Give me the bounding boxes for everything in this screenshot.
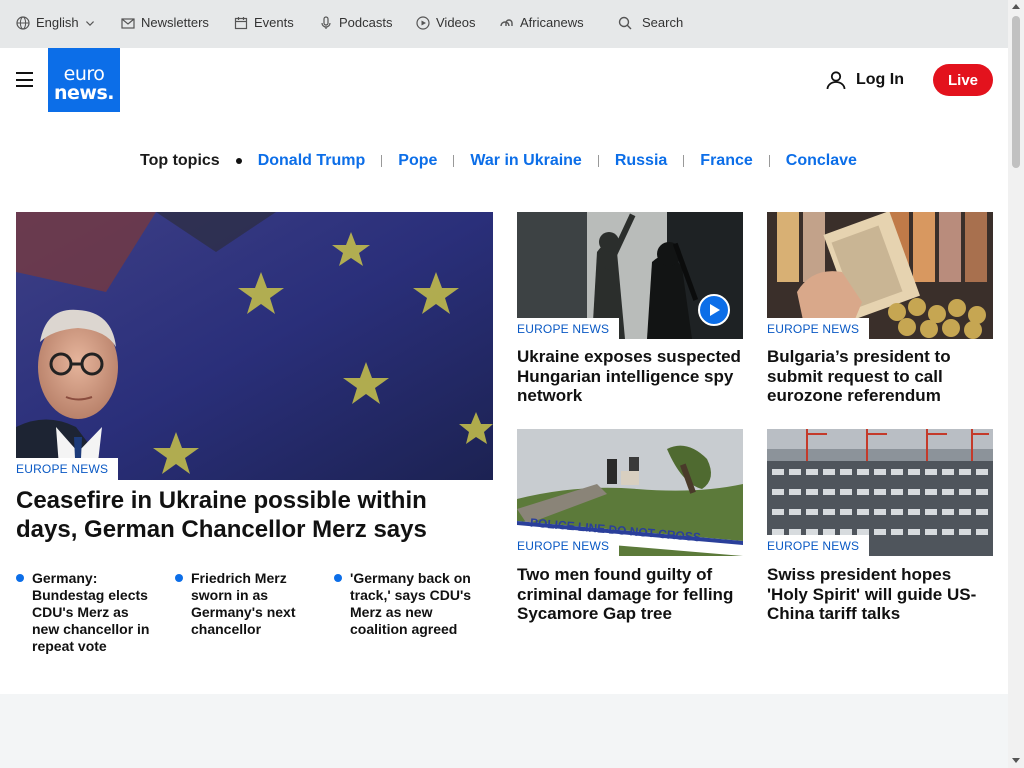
scroll-down-arrow-icon[interactable] — [1012, 758, 1020, 763]
microphone-icon — [321, 15, 331, 29]
separator — [683, 155, 685, 167]
menu-icon[interactable] — [16, 72, 33, 87]
login-label: Log In — [856, 71, 904, 88]
separator — [453, 155, 455, 167]
separator — [768, 155, 770, 167]
mail-icon — [121, 17, 135, 29]
separator — [597, 155, 599, 167]
scroll-up-arrow-icon[interactable] — [1012, 4, 1020, 9]
africanews-icon — [500, 18, 513, 26]
chevron-down-icon — [85, 20, 94, 26]
card-headline[interactable]: Two men found guilty of criminal damage … — [517, 565, 743, 624]
topic-link[interactable]: Donald Trump — [258, 152, 366, 170]
search-button[interactable]: Search — [618, 15, 683, 30]
related-article-link[interactable]: Friedrich Merz sworn in as Germany's nex… — [175, 570, 315, 638]
videos-link[interactable]: Videos — [416, 15, 476, 30]
videos-label: Videos — [436, 15, 476, 30]
card-headline[interactable]: Ukraine exposes suspected Hungarian inte… — [517, 347, 743, 406]
card-headline[interactable]: Swiss president hopes 'Holy Spirit' will… — [767, 565, 993, 624]
search-icon — [618, 16, 632, 29]
utility-bar: English Newsletters Events Podcasts Vide… — [0, 0, 1008, 48]
related-article-link[interactable]: Germany: Bundestag elects CDU's Merz as … — [16, 570, 156, 655]
live-button[interactable]: Live — [933, 64, 993, 96]
card-category-tag[interactable]: EUROPE NEWS — [517, 318, 619, 340]
search-label: Search — [642, 15, 684, 30]
user-icon — [826, 71, 846, 90]
hero-category-tag[interactable]: EUROPE NEWS — [16, 458, 118, 480]
topic-link[interactable]: Pope — [398, 152, 437, 170]
card-category-tag[interactable]: EUROPE NEWS — [517, 535, 619, 557]
africanews-label: Africanews — [520, 15, 584, 30]
play-icon — [710, 304, 720, 316]
card-category-tag[interactable]: EUROPE NEWS — [767, 535, 869, 557]
topic-link[interactable]: War in Ukraine — [470, 152, 581, 170]
site-header: euro news. Log In Live — [0, 48, 1008, 120]
newsletters-label: Newsletters — [141, 15, 209, 30]
events-label: Events — [254, 15, 294, 30]
topic-link[interactable]: France — [700, 152, 752, 170]
bullet-dot — [235, 158, 242, 164]
card-headline[interactable]: Bulgaria’s president to submit request t… — [767, 347, 993, 406]
events-link[interactable]: Events — [234, 15, 294, 30]
podcasts-label: Podcasts — [339, 15, 393, 30]
scrollbar-thumb[interactable] — [1012, 16, 1020, 168]
top-topics-bar: Top topics Donald Trump Pope War in Ukra… — [140, 152, 857, 170]
euronews-logo[interactable]: euro news. — [48, 48, 120, 120]
topic-link[interactable]: Conclave — [786, 152, 857, 170]
globe-icon — [16, 15, 30, 30]
related-article-link[interactable]: 'Germany back on track,' says CDU's Merz… — [334, 570, 474, 638]
hero-article-image[interactable] — [16, 212, 493, 480]
calendar-icon — [234, 16, 248, 29]
topic-link[interactable]: Russia — [615, 152, 667, 170]
eu-flag-illustration — [16, 212, 493, 480]
card-category-tag[interactable]: EUROPE NEWS — [767, 318, 869, 340]
page-scrollbar[interactable] — [1008, 0, 1024, 768]
logo-text-bottom: news. — [54, 82, 115, 104]
top-topics-label: Top topics — [140, 152, 220, 169]
hero-headline[interactable]: Ceasefire in Ukraine possible within day… — [16, 486, 493, 544]
africanews-link[interactable]: Africanews — [500, 15, 584, 30]
language-selector[interactable]: English — [16, 15, 95, 30]
newsletters-link[interactable]: Newsletters — [121, 15, 209, 30]
separator — [381, 155, 383, 167]
language-label: English — [36, 15, 79, 30]
play-circle-icon — [416, 15, 430, 30]
video-play-button[interactable] — [698, 294, 730, 326]
podcasts-link[interactable]: Podcasts — [319, 15, 392, 30]
login-button[interactable]: Log In — [826, 70, 904, 90]
